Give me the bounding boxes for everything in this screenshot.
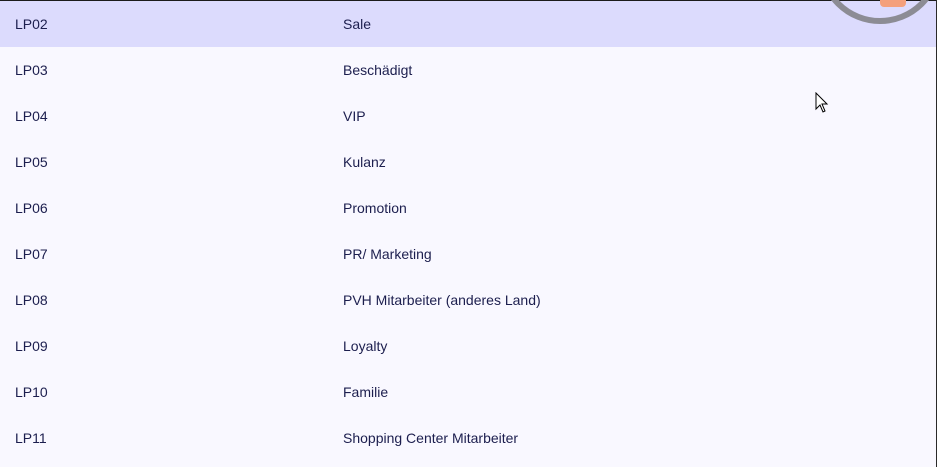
reason-description: Beschädigt xyxy=(343,62,413,78)
reason-code: LP04 xyxy=(15,108,48,124)
list-item[interactable]: LP07 PR/ Marketing xyxy=(0,231,936,277)
reason-code: LP11 xyxy=(15,430,47,446)
reason-code: LP05 xyxy=(15,154,48,170)
reason-code: LP10 xyxy=(15,384,48,400)
reason-description: VIP xyxy=(343,108,366,124)
list-item[interactable]: LP11 Shopping Center Mitarbeiter xyxy=(0,415,936,461)
reason-description: Loyalty xyxy=(343,338,388,354)
list-item[interactable]: LP05 Kulanz xyxy=(0,139,936,185)
window-right-edge xyxy=(936,0,941,467)
reason-code: LP07 xyxy=(15,246,48,262)
reason-description: PR/ Marketing xyxy=(343,246,432,262)
reason-description: Familie xyxy=(343,384,389,400)
window-border xyxy=(936,0,937,467)
reason-code: LP02 xyxy=(15,16,48,32)
loading-spinner-accent xyxy=(880,0,906,7)
list-item[interactable]: LP02 Sale xyxy=(0,1,936,47)
reason-description: Shopping Center Mitarbeiter xyxy=(343,430,519,446)
list-item[interactable]: LP10 Familie xyxy=(0,369,936,415)
list-item[interactable]: LP04 VIP xyxy=(0,93,936,139)
reason-description: Sale xyxy=(343,16,372,32)
reason-code-list: LP02 Sale LP03 Beschädigt LP04 VIP LP05 … xyxy=(0,0,936,467)
reason-code: LP06 xyxy=(15,200,48,216)
list-item[interactable]: LP09 Loyalty xyxy=(0,323,936,369)
list-item[interactable]: LP08 PVH Mitarbeiter (anderes Land) xyxy=(0,277,936,323)
list-item[interactable]: LP06 Promotion xyxy=(0,185,936,231)
reason-code: LP03 xyxy=(15,62,48,78)
list-item[interactable]: LP03 Beschädigt xyxy=(0,47,936,93)
mouse-pointer-icon xyxy=(815,92,829,113)
reason-description: Kulanz xyxy=(343,154,386,170)
reason-description: PVH Mitarbeiter (anderes Land) xyxy=(343,292,541,308)
reason-code: LP08 xyxy=(15,292,48,308)
reason-description: Promotion xyxy=(343,200,407,216)
reason-code: LP09 xyxy=(15,338,48,354)
